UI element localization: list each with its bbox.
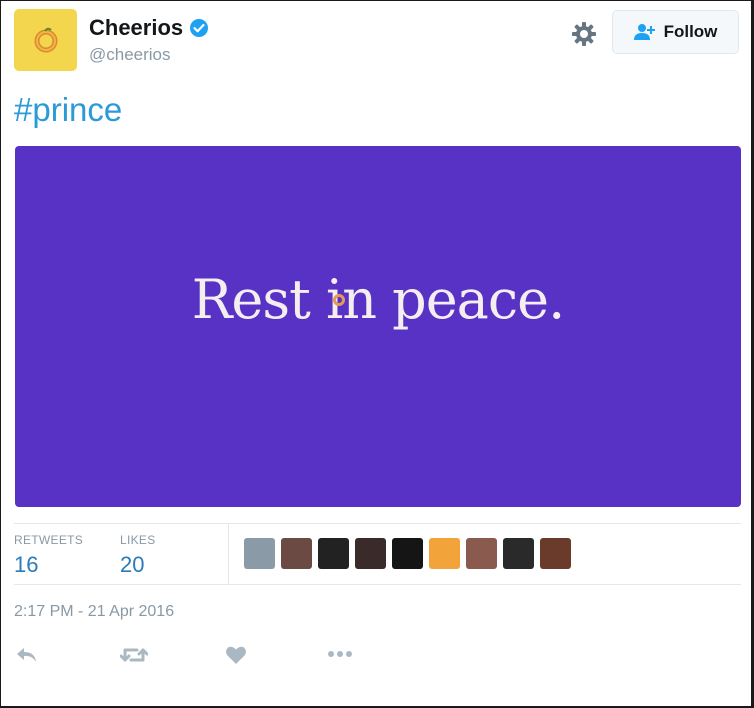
author-handle[interactable]: @cheerios	[89, 45, 171, 65]
liker-avatar[interactable]	[244, 538, 275, 569]
divider	[228, 523, 229, 584]
likes-stat[interactable]: LIKES 20	[120, 533, 156, 578]
likes-count: 20	[120, 552, 145, 577]
like-icon[interactable]	[225, 645, 247, 665]
author-name[interactable]: Cheerios	[89, 15, 183, 41]
hashtag-link[interactable]: #prince	[14, 91, 122, 129]
retweets-count: 16	[14, 552, 39, 577]
cheerio-icon	[34, 27, 57, 53]
tweet-media-image[interactable]: Rest in peace.	[15, 146, 741, 507]
divider	[14, 584, 741, 585]
media-caption: Rest in peace.	[191, 268, 566, 331]
follow-label: Follow	[663, 22, 718, 41]
tweet-card: Cheerios @cheerios Follow #prince Rest i…	[1, 1, 751, 706]
add-user-icon	[633, 24, 655, 40]
retweets-stat[interactable]: RETWEETS 16	[14, 533, 83, 578]
likes-label: LIKES	[120, 533, 156, 547]
likers-avatars	[244, 538, 571, 569]
follow-button[interactable]: Follow	[612, 10, 739, 54]
liker-avatar[interactable]	[503, 538, 534, 569]
liker-avatar[interactable]	[392, 538, 423, 569]
reply-icon[interactable]	[15, 645, 39, 665]
gear-icon[interactable]	[571, 21, 597, 47]
liker-avatar[interactable]	[281, 538, 312, 569]
tweet-timestamp[interactable]: 2:17 PM - 21 Apr 2016	[14, 603, 174, 621]
cheerio-dot-icon	[333, 294, 345, 306]
author-avatar[interactable]	[14, 9, 77, 71]
retweets-label: RETWEETS	[14, 533, 84, 547]
more-icon[interactable]	[327, 650, 353, 658]
liker-avatar[interactable]	[355, 538, 386, 569]
liker-avatar[interactable]	[429, 538, 460, 569]
verified-badge-icon	[190, 19, 209, 37]
liker-avatar[interactable]	[540, 538, 571, 569]
author-name-row[interactable]: Cheerios	[89, 15, 209, 41]
retweet-icon[interactable]	[120, 645, 148, 665]
divider	[14, 523, 741, 524]
liker-avatar[interactable]	[318, 538, 349, 569]
liker-avatar[interactable]	[466, 538, 497, 569]
